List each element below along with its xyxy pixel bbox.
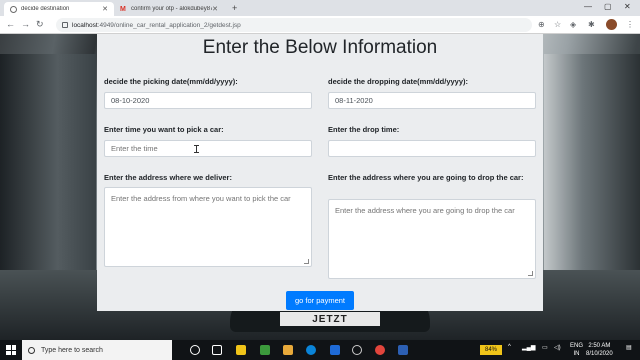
pick-time-label: Enter time you want to pick a car: — [104, 125, 224, 134]
pick-date-label: decide the picking date(mm/dd/yyyy): — [104, 77, 238, 86]
app-icon[interactable] — [330, 345, 340, 355]
app-icon[interactable] — [283, 345, 293, 355]
task-view-icon[interactable] — [212, 345, 222, 355]
volume-icon[interactable]: ◁) — [554, 344, 561, 351]
taskbar-search-placeholder: Type here to search — [41, 346, 103, 354]
drop-time-input[interactable] — [328, 140, 536, 157]
maximize-button[interactable]: ▢ — [604, 2, 612, 11]
tab-title: confirm your otp - alokdubey87@ — [131, 6, 213, 12]
app-icon[interactable] — [260, 345, 270, 355]
file-explorer-icon[interactable] — [236, 345, 246, 355]
clock-time: 2:50 AM — [588, 343, 611, 349]
taskbar-clock[interactable]: 2:50 AM 8/10/2020 — [586, 342, 613, 358]
drop-address-textarea[interactable] — [328, 199, 536, 279]
form-card: Enter the Below Information decide the p… — [97, 34, 543, 311]
reload-button[interactable]: ↻ — [36, 19, 44, 30]
pick-time-input[interactable] — [104, 140, 312, 157]
chrome-icon[interactable] — [375, 345, 385, 355]
close-window-button[interactable]: ✕ — [624, 2, 631, 11]
gmail-icon: M — [120, 5, 126, 13]
browser-toolbar: ← → ↻ localhost :4949/online_car_rental_… — [0, 16, 640, 34]
globe-icon — [10, 5, 17, 13]
search-icon — [28, 346, 35, 354]
new-tab-button[interactable]: + — [232, 3, 237, 13]
tab-confirm-otp[interactable]: M confirm your otp - alokdubey87@ ✕ — [114, 2, 224, 16]
windows-taskbar: Type here to search 84% ^ ▂▄▆ ▭ ◁) ENG I… — [0, 340, 640, 360]
resize-handle-icon[interactable] — [304, 259, 309, 264]
close-tab-icon[interactable]: ✕ — [212, 5, 218, 13]
deliver-address-label: Enter the address where we deliver: — [104, 173, 232, 182]
notifications-icon[interactable]: ▤ — [626, 344, 632, 351]
browser-tab-bar: decide destination ✕ M confirm your otp … — [0, 0, 640, 16]
network-icon[interactable]: ▂▄▆ — [522, 344, 535, 351]
forward-button[interactable]: → — [21, 19, 30, 29]
text-cursor-icon — [194, 145, 199, 153]
zoom-icon[interactable]: ⊕ — [538, 20, 545, 29]
tab-title: decide destination — [21, 6, 70, 12]
background-license-plate: JETZT — [280, 312, 380, 326]
taskbar-search-box[interactable]: Type here to search — [22, 340, 172, 360]
edge-icon[interactable] — [306, 345, 316, 355]
windows-start-icon[interactable] — [6, 345, 16, 355]
page-title: Enter the Below Information — [202, 37, 438, 58]
cortana-icon[interactable] — [190, 345, 200, 355]
tab-decide-destination[interactable]: decide destination ✕ — [4, 2, 114, 16]
pick-date-input[interactable] — [104, 92, 312, 109]
url-path: :4949/online_car_rental_application_2/ge… — [97, 21, 241, 29]
info-icon[interactable] — [62, 22, 68, 28]
language-code: ENG — [570, 343, 584, 349]
minimize-button[interactable]: — — [584, 2, 592, 11]
extension-icon[interactable]: ◈ — [570, 20, 576, 29]
page-background: JETZT Enter the Below Information decide… — [0, 34, 640, 340]
close-tab-icon[interactable]: ✕ — [102, 5, 108, 13]
battery-icon[interactable]: ▭ — [542, 344, 548, 351]
bookmark-star-icon[interactable]: ☆ — [554, 20, 561, 29]
language-indicator[interactable]: ENG IN — [570, 342, 583, 358]
go-for-payment-button[interactable]: go for payment — [286, 291, 354, 310]
battery-indicator[interactable]: 84% — [480, 345, 502, 355]
url-host: localhost — [72, 21, 98, 29]
profile-avatar[interactable] — [606, 19, 617, 30]
deliver-address-textarea[interactable] — [104, 187, 312, 267]
app-icon[interactable] — [352, 345, 362, 355]
address-bar[interactable]: localhost :4949/online_car_rental_applic… — [56, 18, 532, 32]
resize-handle-icon[interactable] — [528, 271, 533, 276]
drop-date-input[interactable] — [328, 92, 536, 109]
extensions-puzzle-icon[interactable]: ✱ — [588, 20, 595, 29]
tray-chevron-icon[interactable]: ^ — [508, 344, 511, 350]
app-icon[interactable] — [398, 345, 408, 355]
drop-address-label: Enter the address where you are going to… — [328, 173, 524, 182]
drop-time-label: Enter the drop time: — [328, 125, 400, 134]
language-region: IN — [573, 351, 580, 357]
drop-date-label: decide the dropping date(mm/dd/yyyy): — [328, 77, 469, 86]
clock-date: 8/10/2020 — [586, 351, 613, 357]
back-button[interactable]: ← — [6, 19, 15, 29]
menu-kebab-icon[interactable]: ⋮ — [626, 20, 634, 29]
